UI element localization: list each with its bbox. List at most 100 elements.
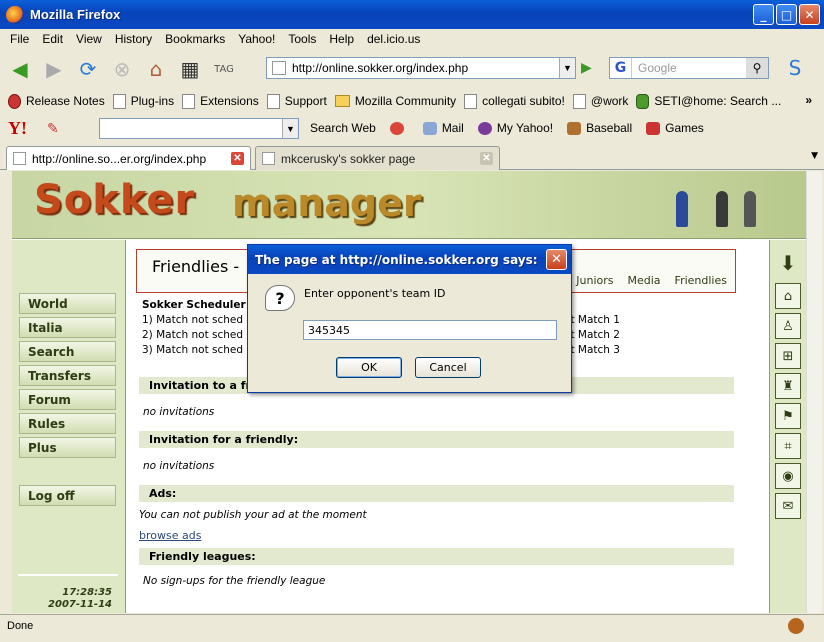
eye-icon[interactable]: ◉ bbox=[775, 463, 801, 489]
search-bar[interactable]: G Google ⚲ bbox=[609, 57, 769, 79]
google-icon[interactable]: G bbox=[610, 58, 632, 78]
seti-icon bbox=[636, 93, 650, 109]
vertical-scrollbar[interactable] bbox=[806, 171, 822, 613]
bookmark-release-notes[interactable]: Release Notes bbox=[8, 93, 105, 109]
menu-bookmarks[interactable]: Bookmarks bbox=[165, 32, 225, 46]
set-match-link[interactable]: et Match 1 bbox=[564, 313, 620, 328]
stop-icon[interactable]: ⊗ bbox=[108, 55, 136, 83]
delicious-icon[interactable]: ▦ bbox=[176, 55, 204, 83]
bookmark-support[interactable]: Support bbox=[266, 93, 327, 109]
logo-sokker: Sokker bbox=[34, 177, 196, 223]
search-web-button[interactable]: Search Web bbox=[310, 121, 376, 135]
close-tab-icon[interactable]: ✕ bbox=[231, 152, 244, 165]
skype-icon[interactable]: S bbox=[781, 54, 809, 82]
status-bar: Done bbox=[0, 614, 824, 636]
link-media[interactable]: Media bbox=[628, 274, 661, 287]
monkey-icon[interactable] bbox=[788, 618, 804, 634]
yahoo-search-input[interactable]: ▼ bbox=[99, 118, 299, 139]
yahoo-search-dropdown-icon[interactable]: ▼ bbox=[282, 119, 298, 138]
bookmarks-overflow-icon[interactable]: » bbox=[805, 93, 812, 107]
yahoo-logo-icon[interactable]: Y! bbox=[8, 118, 27, 139]
baseball-button[interactable]: Baseball bbox=[567, 121, 632, 135]
pencil-icon[interactable]: ✎ bbox=[47, 120, 59, 137]
tab-sokker-index[interactable]: http://online.so...er.org/index.php ✕ bbox=[6, 146, 251, 170]
bookmark-extensions[interactable]: Extensions bbox=[182, 93, 259, 109]
nav-transfers[interactable]: Transfers bbox=[19, 365, 116, 386]
nav-world[interactable]: World bbox=[19, 293, 116, 314]
menu-file[interactable]: File bbox=[10, 32, 29, 46]
pitch-icon[interactable]: ⊞ bbox=[775, 343, 801, 369]
left-navigation: World Italia Search Transfers Forum Rule… bbox=[12, 240, 126, 613]
set-match-link[interactable]: et Match 2 bbox=[564, 328, 620, 343]
bookmark-seti[interactable]: SETI@home: Search ... bbox=[636, 93, 781, 109]
menu-view[interactable]: View bbox=[76, 32, 102, 46]
go-arrow-icon[interactable]: ▶ bbox=[581, 60, 599, 78]
url-bar[interactable]: http://online.sokker.org/index.php ▼ bbox=[266, 57, 576, 79]
no-invitations-text: no invitations bbox=[143, 406, 215, 418]
nav-search[interactable]: Search bbox=[19, 341, 116, 362]
nav-plus[interactable]: Plus bbox=[19, 437, 116, 458]
target-button[interactable] bbox=[389, 121, 409, 135]
home-icon[interactable]: ⌂ bbox=[142, 55, 170, 83]
games-button[interactable]: Games bbox=[646, 121, 704, 135]
menu-help[interactable]: Help bbox=[329, 32, 354, 46]
prompt-dialog: The page at http://online.sokker.org say… bbox=[247, 244, 572, 393]
menu-delicious[interactable]: del.icio.us bbox=[367, 32, 420, 46]
team-id-input[interactable]: 345345 bbox=[303, 320, 557, 340]
nav-rules[interactable]: Rules bbox=[19, 413, 116, 434]
invitation-for-heading: Invitation for a friendly: bbox=[139, 431, 734, 448]
bookmark-mozilla-community[interactable]: Mozilla Community bbox=[334, 94, 456, 108]
bookmark-collegati[interactable]: collegati subito! bbox=[464, 93, 565, 109]
maximize-button[interactable]: □ bbox=[776, 4, 797, 25]
menu-edit[interactable]: Edit bbox=[42, 32, 63, 46]
stadium-icon[interactable]: ⌗ bbox=[775, 433, 801, 459]
page-icon bbox=[572, 93, 586, 109]
menu-history[interactable]: History bbox=[115, 32, 152, 46]
dialog-close-icon[interactable]: ✕ bbox=[546, 249, 567, 270]
window-title: Mozilla Firefox bbox=[30, 7, 121, 22]
browse-ads-link[interactable]: browse ads bbox=[139, 529, 201, 542]
down-arrow-icon[interactable]: ⬇ bbox=[775, 250, 801, 276]
url-dropdown-icon[interactable]: ▼ bbox=[559, 58, 575, 78]
nav-logoff[interactable]: Log off bbox=[19, 485, 116, 506]
close-window-button[interactable]: ✕ bbox=[799, 4, 820, 25]
scheduler-line: 3) Match not sched bbox=[142, 344, 244, 356]
close-tab-icon[interactable]: ✕ bbox=[480, 152, 493, 165]
bookmark-work[interactable]: @work bbox=[572, 93, 628, 109]
baseball-icon bbox=[567, 121, 582, 135]
trophy-icon[interactable]: ♜ bbox=[775, 373, 801, 399]
window-titlebar: Mozilla Firefox _ □ ✕ bbox=[0, 0, 824, 29]
nav-forum[interactable]: Forum bbox=[19, 389, 116, 410]
mail-icon[interactable]: ✉ bbox=[775, 493, 801, 519]
games-label: Games bbox=[665, 121, 704, 135]
tab-list-icon[interactable]: ▼ bbox=[811, 151, 818, 161]
link-juniors[interactable]: Juniors bbox=[576, 274, 613, 287]
search-placeholder: Google bbox=[638, 61, 677, 75]
ok-button[interactable]: OK bbox=[336, 357, 402, 378]
shirt-icon[interactable]: ⌂ bbox=[775, 283, 801, 309]
minimize-button[interactable]: _ bbox=[753, 4, 774, 25]
nav-italia[interactable]: Italia bbox=[19, 317, 116, 338]
tag-icon[interactable]: TAG bbox=[210, 55, 238, 83]
tab-strip: http://online.so...er.org/index.php ✕ mk… bbox=[0, 143, 824, 170]
reload-icon[interactable]: ⟳ bbox=[74, 55, 102, 83]
training-icon[interactable]: ⚑ bbox=[775, 403, 801, 429]
back-arrow-icon[interactable]: ◀ bbox=[6, 55, 34, 83]
tab-mkcerusky[interactable]: mkcerusky's sokker page ✕ bbox=[255, 146, 500, 170]
link-friendlies[interactable]: Friendlies bbox=[675, 274, 727, 287]
mail-button[interactable]: Mail bbox=[422, 121, 464, 135]
firefox-icon bbox=[6, 5, 24, 24]
menu-yahoo[interactable]: Yahoo! bbox=[238, 32, 275, 46]
question-icon: ? bbox=[265, 285, 295, 311]
set-match-link[interactable]: et Match 3 bbox=[564, 343, 620, 358]
player-icon[interactable]: ♙ bbox=[775, 313, 801, 339]
search-icon[interactable]: ⚲ bbox=[746, 58, 768, 78]
menu-tools[interactable]: Tools bbox=[288, 32, 316, 46]
cancel-button[interactable]: Cancel bbox=[415, 357, 481, 378]
bookmark-plugins[interactable]: Plug-ins bbox=[112, 93, 174, 109]
my-yahoo-button[interactable]: My Yahoo! bbox=[477, 121, 554, 135]
no-signups-text: No sign-ups for the friendly league bbox=[143, 575, 326, 587]
my-yahoo-label: My Yahoo! bbox=[496, 121, 554, 135]
friendly-leagues-heading: Friendly leagues: bbox=[139, 548, 734, 565]
forward-arrow-icon[interactable]: ▶ bbox=[40, 55, 68, 83]
